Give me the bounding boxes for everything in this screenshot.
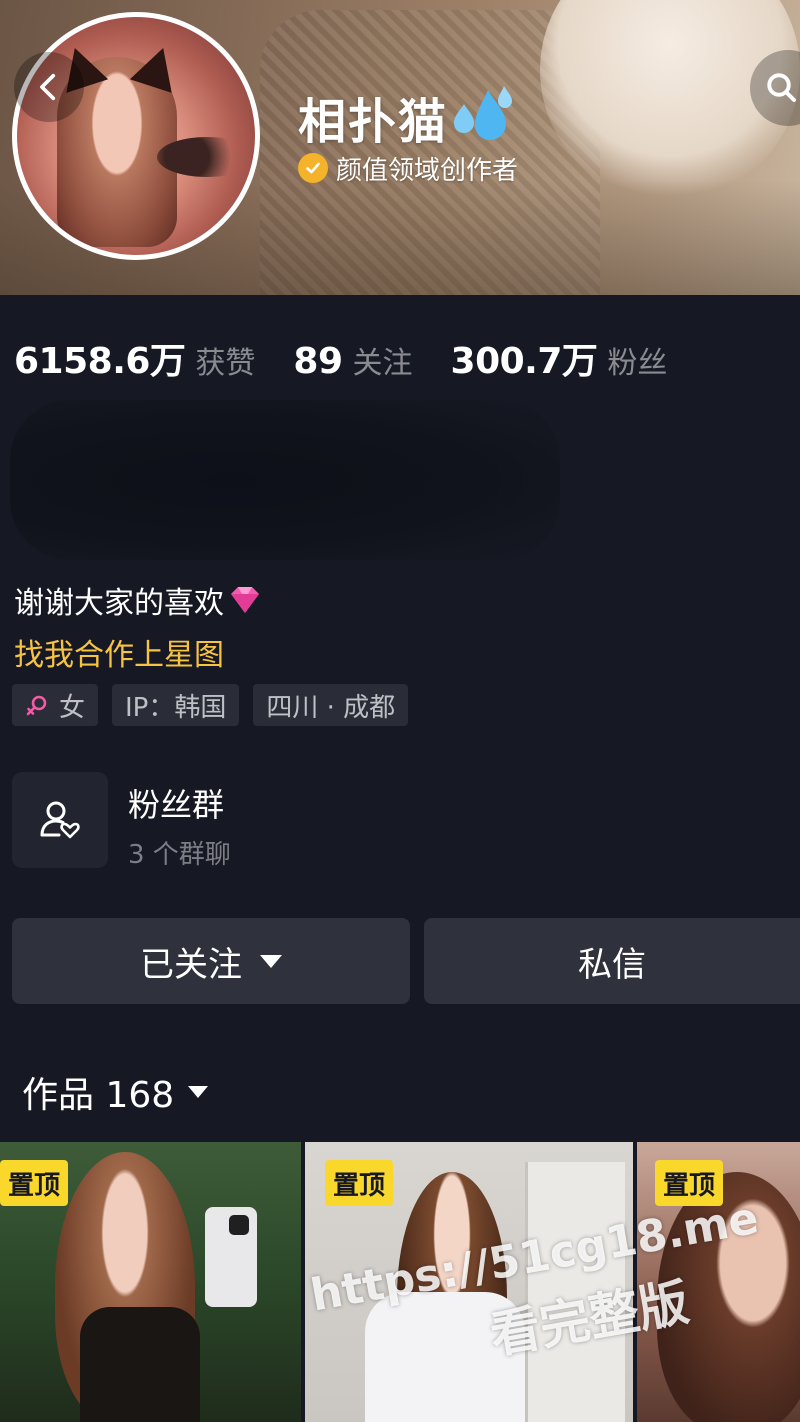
female-icon <box>26 695 47 716</box>
stat-value: 89 <box>293 341 343 382</box>
pinned-badge: 置顶 <box>0 1160 69 1206</box>
redacted-bio-area <box>10 400 560 560</box>
caret-down-icon <box>260 954 282 968</box>
search-icon <box>767 73 796 102</box>
stat-value: 6158.6万 <box>14 341 186 382</box>
user-heart-icon <box>40 801 80 839</box>
stat-label: 粉丝 <box>607 346 668 381</box>
bio-text: 谢谢大家的喜欢 <box>14 586 224 621</box>
display-name: 相扑猫 <box>298 94 449 150</box>
stat-value: 300.7万 <box>450 341 598 382</box>
profile-stats: 6158.6万 获赞 89 关注 300.7万 粉丝 <box>14 332 705 382</box>
message-button[interactable]: 私信 <box>424 918 800 1004</box>
stat-followers[interactable]: 300.7万 粉丝 <box>451 332 668 384</box>
stat-label: 获赞 <box>195 346 256 381</box>
ip-tag: IP：韩国 <box>112 684 240 726</box>
stat-following[interactable]: 89 关注 <box>293 338 412 382</box>
video-thumbnail[interactable]: 置顶 <box>0 1142 301 1422</box>
works-tab[interactable]: 作品 168 <box>22 1066 209 1118</box>
caret-down-icon <box>188 1086 209 1098</box>
message-label: 私信 <box>578 944 646 985</box>
following-label: 已关注 <box>140 944 242 985</box>
fan-group-count: 3 个群聊 <box>128 840 231 870</box>
phone-image <box>205 1207 257 1307</box>
profile-banner: 相扑猫 颜值领域创作者 <box>0 0 800 295</box>
fan-group-title: 粉丝群 <box>128 786 225 824</box>
profile-page: 相扑猫 颜值领域创作者 6158.6万 获赞 89 关注 300.7万 粉丝 谢… <box>0 0 800 1422</box>
creator-verification: 颜值领域创作者 <box>298 150 518 186</box>
profile-tags: 女 IP：韩国 四川 · 成都 <box>12 684 422 726</box>
fan-group-entry[interactable]: 粉丝群 3 个群聊 <box>12 772 412 872</box>
bio-line: 谢谢大家的喜欢 <box>14 578 262 622</box>
verification-label: 颜值领域创作者 <box>336 155 519 186</box>
pink-heart-gem-icon <box>231 587 259 613</box>
stat-likes[interactable]: 6158.6万 获赞 <box>14 332 255 384</box>
works-label: 作品 168 <box>22 1075 175 1116</box>
verified-check-icon <box>298 153 328 183</box>
fan-group-icon <box>12 772 108 868</box>
gender-tag: 女 <box>12 684 99 726</box>
back-button[interactable] <box>14 52 84 122</box>
cooperate-link[interactable]: 找我合作上星图 <box>14 630 224 674</box>
gender-label: 女 <box>59 692 86 723</box>
sweat-droplets-icon <box>454 86 512 140</box>
avatar[interactable] <box>12 12 260 260</box>
following-button[interactable]: 已关注 <box>12 918 410 1004</box>
stat-label: 关注 <box>352 346 413 381</box>
chevron-left-icon <box>40 73 56 101</box>
location-tag: 四川 · 成都 <box>253 684 409 726</box>
pinned-badge: 置顶 <box>325 1160 394 1206</box>
